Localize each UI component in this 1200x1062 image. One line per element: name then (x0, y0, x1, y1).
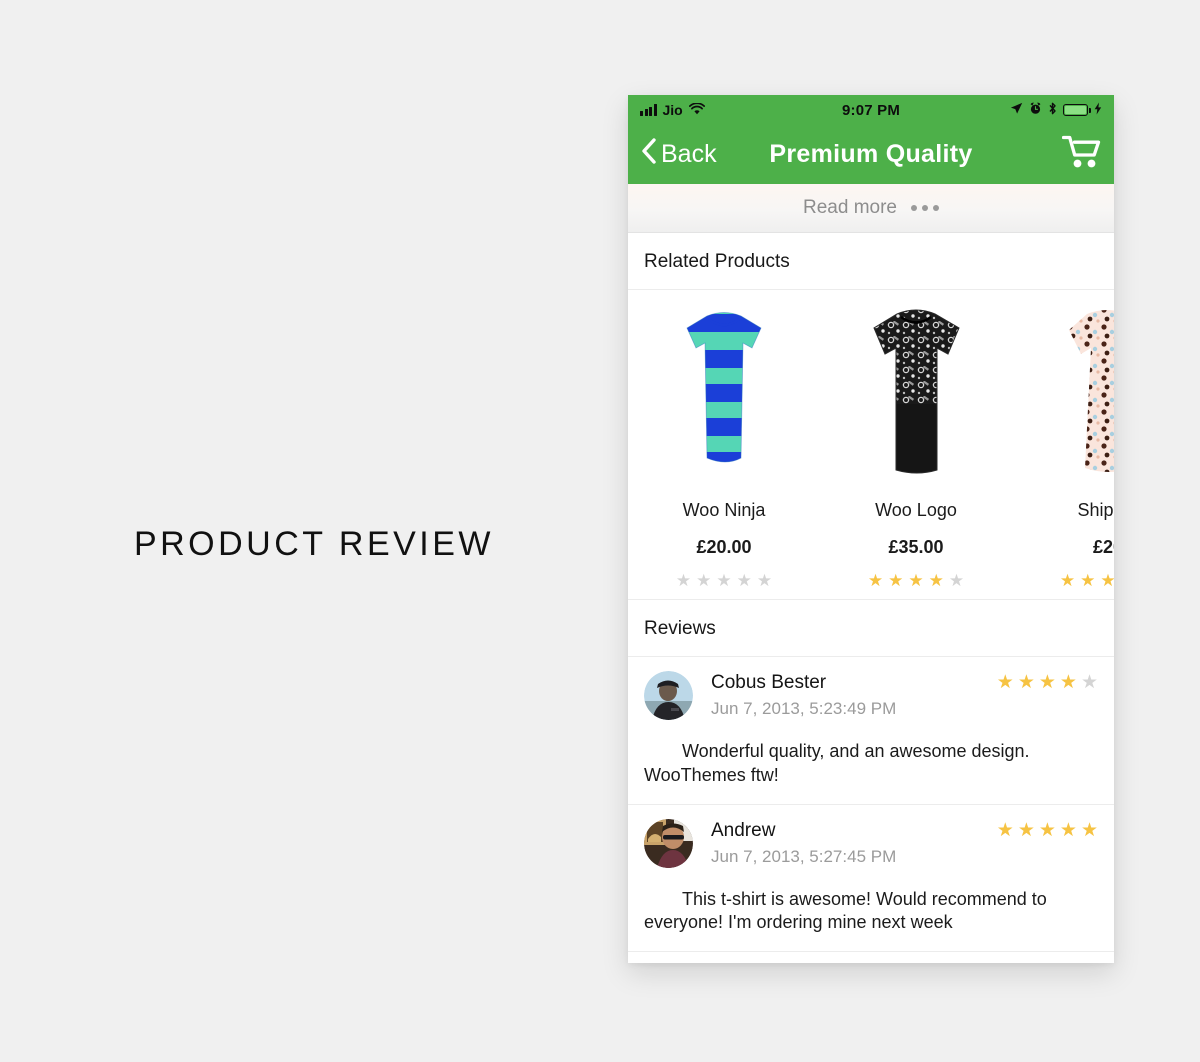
star-icon: ★ (928, 571, 944, 590)
alarm-clock-icon (1029, 102, 1042, 118)
review-rating: ★ ★ ★ ★ ★ (997, 821, 1098, 840)
star-icon: ★ (996, 672, 1014, 693)
review-header: Andrew Jun 7, 2013, 5:27:45 PM ★ ★ ★ ★ ★ (644, 818, 1098, 868)
review-date: Jun 7, 2013, 5:27:45 PM (711, 846, 897, 866)
status-bar: Jio 9:07 PM (628, 95, 1114, 125)
wifi-icon (688, 102, 705, 118)
reviews-heading: Reviews (628, 600, 1114, 657)
read-more-label: Read more (803, 197, 897, 218)
status-bar-left: Jio (640, 102, 842, 118)
product-name: Woo Ninja (682, 500, 766, 520)
star-icon: ★ (867, 571, 884, 590)
page-title: PRODUCT REVIEW (133, 525, 495, 563)
star-icon: ★ (1017, 819, 1035, 841)
star-icon: ★ (1059, 819, 1077, 841)
product-name: Ship Yo (1077, 500, 1114, 520)
related-products-list[interactable]: Woo Ninja £20.00 ★ ★ ★ ★ ★ Woo Logo £35.… (628, 290, 1114, 600)
phone-screen: Jio 9:07 PM Back Premium Quality Read mo… (628, 95, 1114, 963)
product-rating: ★ ★ ★ ★ ★ (632, 572, 816, 589)
product-card[interactable]: Woo Ninja £20.00 ★ ★ ★ ★ ★ (628, 304, 820, 589)
product-card[interactable]: Woo Logo £35.00 ★ ★ ★ ★ ★ (820, 304, 1012, 589)
product-image-striped-blue-dress (632, 304, 816, 486)
bluetooth-icon (1048, 102, 1057, 118)
battery-icon (1063, 104, 1091, 116)
star-icon: ★ (736, 571, 752, 590)
shopping-cart-icon (1061, 134, 1102, 175)
back-button[interactable]: Back (640, 137, 717, 172)
product-image-pink-polkadot-dress (1016, 304, 1114, 486)
star-icon: ★ (1038, 672, 1056, 693)
product-card[interactable]: Ship Yo £20 ★ ★ ★ ★ ★ (1012, 304, 1114, 589)
avatar (644, 818, 693, 868)
star-icon: ★ (756, 571, 773, 590)
chevron-left-icon (640, 137, 657, 172)
read-more-bar[interactable]: Read more (628, 184, 1114, 233)
status-bar-right (900, 102, 1102, 118)
navigation-bar: Back Premium Quality (628, 125, 1114, 184)
product-rating: ★ ★ ★ ★ ★ (824, 572, 1008, 589)
star-icon: ★ (675, 571, 692, 590)
carrier-label: Jio (662, 102, 683, 118)
review-meta: Cobus Bester Jun 7, 2013, 5:23:49 PM (711, 672, 997, 719)
star-icon: ★ (908, 571, 924, 590)
review-item: Andrew Jun 7, 2013, 5:27:45 PM ★ ★ ★ ★ ★… (628, 804, 1114, 952)
signal-bars-icon (640, 104, 657, 116)
product-price: £20.00 (696, 537, 752, 557)
product-price: £35.00 (888, 537, 944, 557)
cart-button[interactable] (1061, 134, 1102, 175)
reviewer-name: Cobus Bester (711, 672, 827, 693)
related-products-heading: Related Products (628, 233, 1114, 290)
star-icon: ★ (1038, 819, 1056, 841)
star-icon: ★ (1059, 672, 1077, 693)
review-date: Jun 7, 2013, 5:23:49 PM (711, 699, 897, 718)
review-text: This t-shirt is awesome! Would recommend… (644, 888, 1047, 933)
lightning-bolt-icon (1094, 102, 1102, 118)
star-icon: ★ (716, 571, 732, 590)
back-button-label: Back (661, 140, 717, 168)
ellipsis-icon (911, 205, 939, 211)
product-rating: ★ ★ ★ ★ ★ (1016, 572, 1114, 589)
star-icon: ★ (1080, 571, 1096, 590)
review-rating: ★ ★ ★ ★ ★ (997, 673, 1098, 692)
location-arrow-icon (1010, 102, 1023, 118)
star-icon: ★ (888, 571, 904, 590)
star-icon: ★ (696, 571, 712, 590)
product-price: £20 (1092, 537, 1114, 557)
product-image-black-patterned-dress (824, 304, 1008, 486)
product-name: Woo Logo (875, 500, 957, 520)
star-icon: ★ (996, 819, 1014, 841)
review-meta: Andrew Jun 7, 2013, 5:27:45 PM (711, 820, 997, 867)
review-header: Cobus Bester Jun 7, 2013, 5:23:49 PM ★ ★… (644, 671, 1098, 720)
avatar (644, 671, 693, 720)
star-icon: ★ (948, 571, 965, 590)
star-icon: ★ (1100, 572, 1114, 589)
clock-label: 9:07 PM (841, 101, 901, 119)
star-icon: ★ (1059, 571, 1076, 590)
star-icon: ★ (1080, 819, 1098, 841)
star-icon: ★ (1017, 672, 1035, 693)
review-item: Cobus Bester Jun 7, 2013, 5:23:49 PM ★ ★… (628, 657, 1114, 805)
review-text: Wonderful quality, and an awesome design… (644, 741, 1030, 785)
reviewer-name: Andrew (711, 819, 776, 841)
star-icon: ★ (1080, 672, 1098, 693)
